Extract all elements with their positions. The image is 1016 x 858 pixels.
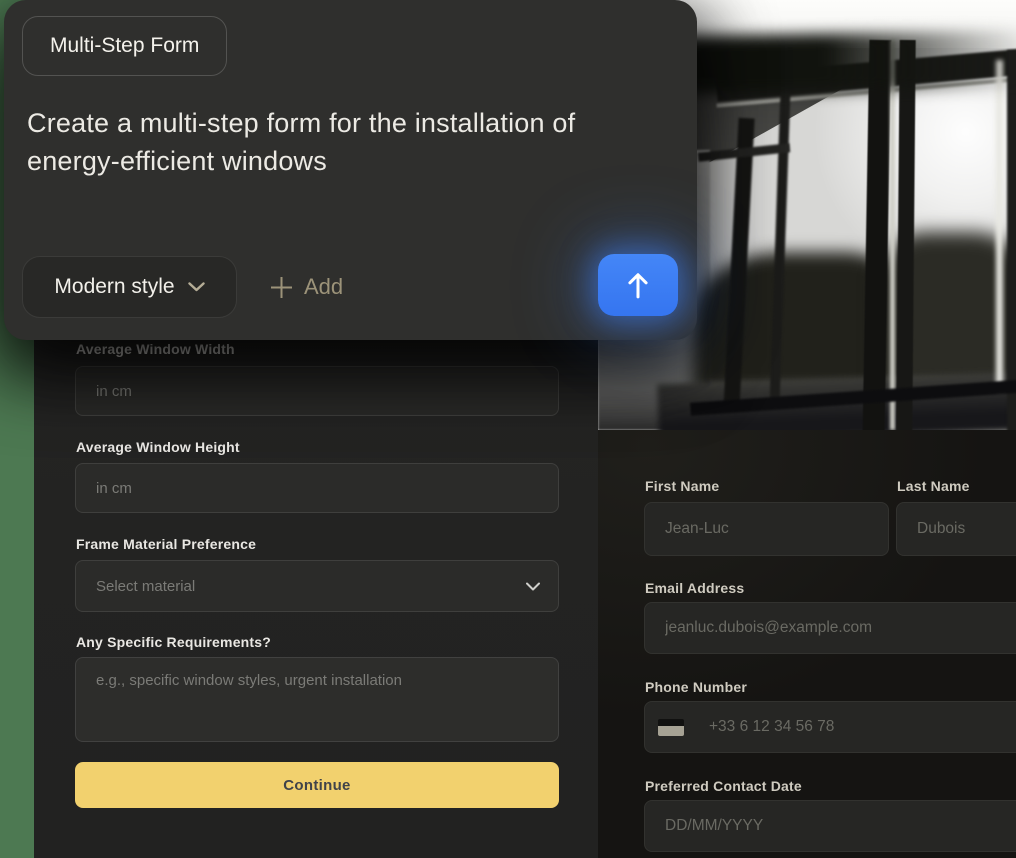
last-name-input[interactable] [896, 502, 1016, 556]
average-window-width-label: Average Window Width [76, 341, 235, 357]
average-window-height-input[interactable] [75, 463, 559, 513]
email-label: Email Address [645, 580, 744, 596]
arrow-up-icon [625, 271, 651, 299]
requirements-label: Any Specific Requirements? [76, 634, 271, 650]
contact-date-label: Preferred Contact Date [645, 778, 802, 794]
email-input[interactable] [644, 602, 1016, 654]
phone-input[interactable] [644, 701, 1016, 753]
frame-material-select[interactable]: Select material [75, 560, 559, 612]
first-name-label: First Name [645, 478, 719, 494]
style-dropdown-value: Modern style [54, 275, 174, 299]
send-button[interactable] [598, 254, 678, 316]
first-name-input[interactable] [644, 502, 889, 556]
flag-icon [658, 719, 684, 736]
frame-material-select-value: Select material [96, 578, 195, 595]
prompt-text: Create a multi-step form for the install… [27, 104, 647, 180]
continue-button[interactable]: Continue [75, 762, 559, 808]
plus-icon [270, 276, 293, 299]
frame-material-label: Frame Material Preference [76, 536, 256, 552]
add-button[interactable]: Add [262, 256, 351, 318]
prompt-badge: Multi-Step Form [22, 16, 227, 76]
chevron-down-icon [526, 582, 540, 591]
chevron-down-icon [188, 282, 205, 292]
average-window-width-input[interactable] [75, 366, 559, 416]
add-button-label: Add [304, 274, 343, 300]
contact-date-input[interactable] [644, 800, 1016, 852]
prompt-card: Multi-Step Form Create a multi-step form… [4, 0, 697, 340]
page: Average Window Width Average Window Heig… [0, 0, 1016, 858]
last-name-label: Last Name [897, 478, 970, 494]
phone-label: Phone Number [645, 679, 747, 695]
average-window-height-label: Average Window Height [76, 439, 240, 455]
requirements-textarea[interactable] [75, 657, 559, 742]
style-dropdown[interactable]: Modern style [22, 256, 237, 318]
